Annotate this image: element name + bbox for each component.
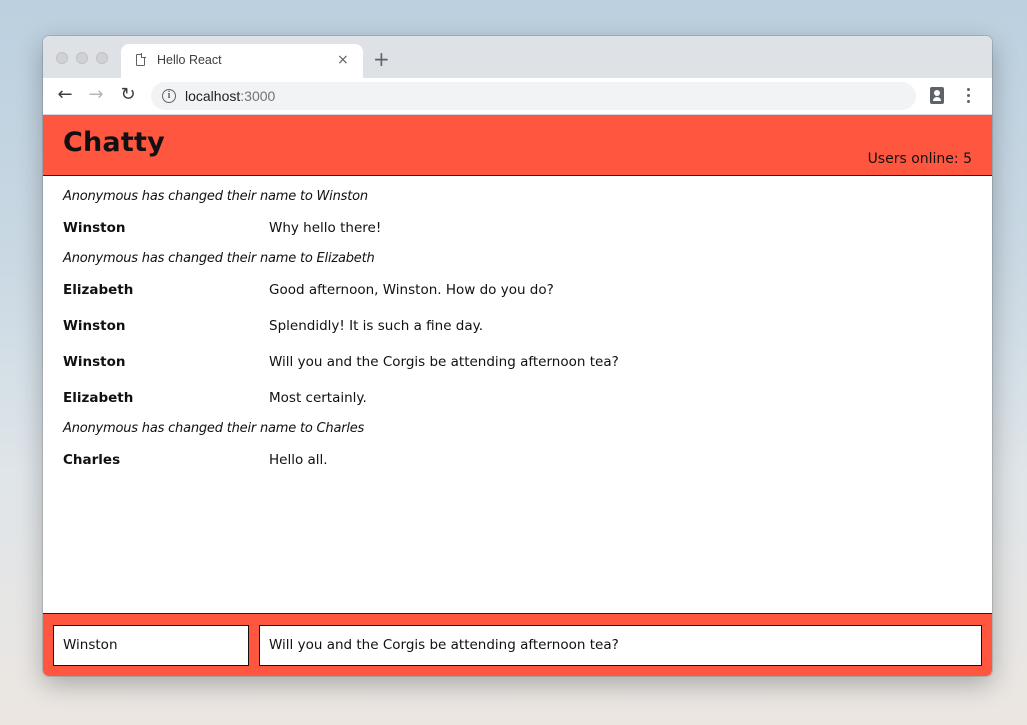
message-content: Hello all.: [269, 452, 328, 468]
message-username: Winston: [63, 354, 126, 370]
message-content: Most certainly.: [269, 390, 367, 406]
forward-arrow-icon[interactable]: →: [84, 83, 108, 107]
browser-toolbar: ← → ↻ i localhost:3000: [43, 78, 992, 115]
message-input[interactable]: Will you and the Corgis be attending aft…: [259, 625, 982, 666]
message-content: Why hello there!: [269, 220, 382, 236]
message-content: Good afternoon, Winston. How do you do?: [269, 282, 554, 298]
info-icon[interactable]: i: [162, 89, 176, 103]
reload-icon[interactable]: ↻: [116, 83, 140, 107]
notification-text: Anonymous has changed their name to Eliz…: [63, 251, 375, 266]
system-notification: Anonymous has changed their name to Eliz…: [63, 251, 375, 271]
message-username: Elizabeth: [63, 390, 134, 406]
tab-close-icon[interactable]: ×: [337, 51, 349, 69]
back-arrow-icon[interactable]: ←: [53, 83, 77, 107]
app-navbar: Chatty Users online: 5: [43, 115, 992, 176]
menu-icon[interactable]: [967, 88, 971, 104]
browser-tab[interactable]: Hello React ×: [121, 44, 363, 78]
message-content: Splendidly! It is such a fine day.: [269, 318, 484, 334]
window-minimize-dot[interactable]: [76, 52, 88, 64]
message-username: Elizabeth: [63, 282, 134, 298]
url-port: :3000: [240, 88, 276, 104]
username-input[interactable]: Winston: [53, 625, 249, 666]
message-list: Anonymous has changed their name to Wins…: [43, 176, 992, 613]
message-content: Will you and the Corgis be attending aft…: [269, 354, 619, 370]
notification-text: Anonymous has changed their name to Wins…: [63, 189, 368, 204]
page-icon: [136, 53, 146, 66]
url-host: localhost: [185, 88, 241, 104]
message-username: Winston: [63, 318, 126, 334]
browser-window: Hello React × + ← → ↻ i localhost:3000 C…: [43, 36, 992, 676]
window-zoom-dot[interactable]: [96, 52, 108, 64]
notification-text: Anonymous has changed their name to Char…: [63, 421, 365, 436]
users-online-counter: Users online: 5: [867, 151, 972, 167]
tab-strip: Hello React × +: [43, 36, 992, 78]
url-text[interactable]: localhost:3000: [185, 88, 275, 104]
navbar-brand[interactable]: Chatty: [63, 127, 165, 158]
system-notification: Anonymous has changed their name to Wins…: [63, 189, 368, 209]
message-username: Charles: [63, 452, 121, 468]
system-notification: Anonymous has changed their name to Char…: [63, 421, 364, 441]
new-tab-icon[interactable]: +: [373, 48, 390, 70]
window-close-dot[interactable]: [56, 52, 68, 64]
profile-icon[interactable]: [930, 87, 944, 104]
tab-title: Hello React: [157, 53, 222, 67]
message-username: Winston: [63, 220, 126, 236]
address-bar[interactable]: i localhost:3000: [151, 82, 916, 110]
chat-bar: Winston Will you and the Corgis be atten…: [43, 613, 992, 676]
